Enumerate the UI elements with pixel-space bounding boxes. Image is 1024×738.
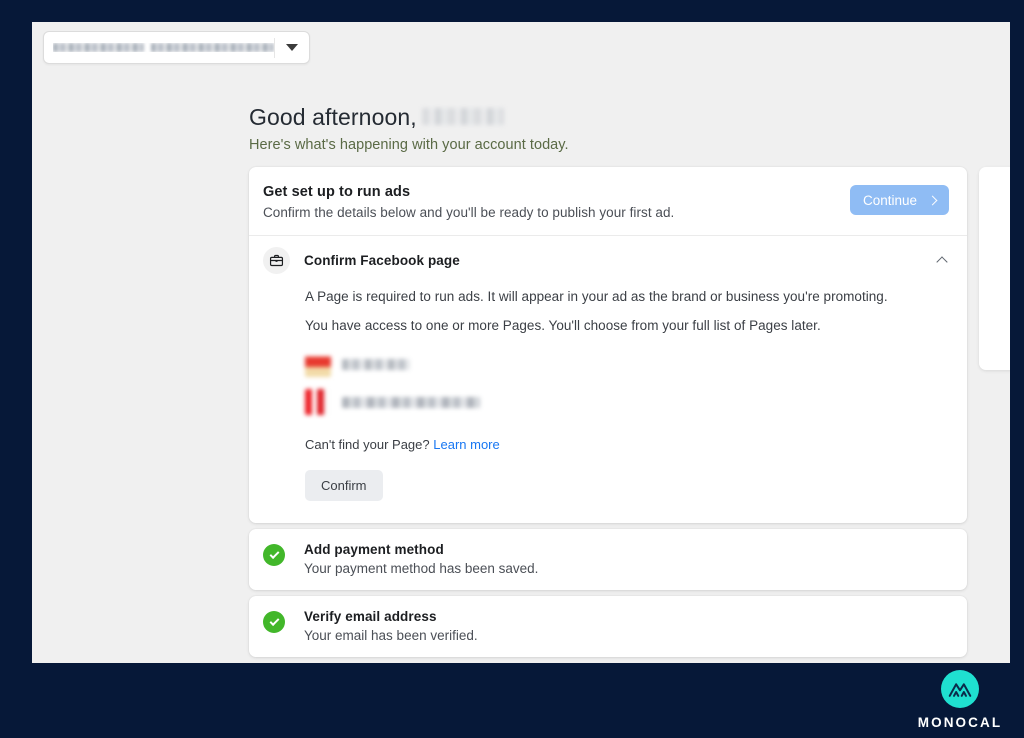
page-name-redacted	[342, 396, 480, 408]
account-selector[interactable]	[43, 31, 310, 64]
completed-step-subtitle: Your email has been verified.	[304, 628, 478, 643]
confirm-button[interactable]: Confirm	[305, 470, 383, 501]
find-page-text: Can't find your Page?	[305, 437, 430, 452]
list-item[interactable]	[305, 385, 949, 419]
app-frame: Good afternoon, Here's what's happening …	[0, 0, 1024, 738]
list-item[interactable]	[305, 347, 949, 381]
setup-card-title: Get set up to run ads	[263, 184, 411, 200]
browser-viewport: Good afternoon, Here's what's happening …	[32, 22, 1010, 663]
learn-more-link[interactable]: Learn more	[433, 437, 499, 452]
redacted-user-name	[421, 108, 504, 125]
continue-button-label: Continue	[862, 192, 917, 208]
completed-step-add-payment-method: Add payment method Your payment method h…	[249, 529, 967, 590]
monocal-wordmark: MONOCAL	[917, 715, 1003, 730]
page-name-redacted	[342, 358, 410, 370]
account-selector-value	[53, 43, 274, 52]
confirm-facebook-page-row[interactable]: Confirm Facebook page	[249, 236, 967, 285]
page-title: Good afternoon,	[249, 104, 417, 130]
redacted-account-id	[151, 43, 274, 52]
setup-card-subtitle: Confirm the details below and you'll be …	[263, 205, 675, 220]
page-subtitle: Here's what's happening with your accoun…	[249, 137, 569, 153]
topbar	[32, 22, 1010, 74]
monocal-mountain-icon	[941, 670, 979, 708]
page-list	[305, 347, 949, 419]
step-label: Confirm Facebook page	[304, 253, 460, 268]
redacted-account-name	[53, 43, 145, 52]
completed-step-title: Add payment method	[304, 542, 444, 557]
greeting-block: Good afternoon, Here's what's happening …	[249, 104, 969, 153]
check-circle-icon	[263, 544, 285, 566]
completed-step-verify-email-address: Verify email address Your email has been…	[249, 596, 967, 657]
completed-step-subtitle: Your payment method has been saved.	[304, 561, 539, 576]
completed-step-title: Verify email address	[304, 609, 437, 624]
continue-button[interactable]: Continue	[849, 185, 949, 215]
page-avatar-redacted	[305, 351, 331, 377]
step-paragraph-2: You have access to one or more Pages. Yo…	[305, 318, 821, 333]
chevron-right-icon	[927, 195, 938, 205]
find-page-help: Can't find your Page? Learn more	[305, 437, 949, 452]
chevron-down-icon[interactable]	[275, 44, 309, 51]
check-circle-icon	[263, 611, 285, 633]
confirm-facebook-page-body: A Page is required to run ads. It will a…	[249, 285, 967, 523]
briefcase-icon	[263, 247, 290, 274]
setup-card-header: Get set up to run ads Confirm the detail…	[249, 167, 967, 236]
monocal-branding: MONOCAL	[912, 670, 1008, 730]
page-avatar-redacted	[305, 389, 331, 415]
setup-card-stack: Get set up to run ads Confirm the detail…	[249, 167, 967, 657]
step-paragraph-1: A Page is required to run ads. It will a…	[305, 289, 888, 304]
side-panel-card	[979, 167, 1010, 370]
chevron-up-icon[interactable]	[936, 256, 948, 268]
setup-card: Get set up to run ads Confirm the detail…	[249, 167, 967, 523]
